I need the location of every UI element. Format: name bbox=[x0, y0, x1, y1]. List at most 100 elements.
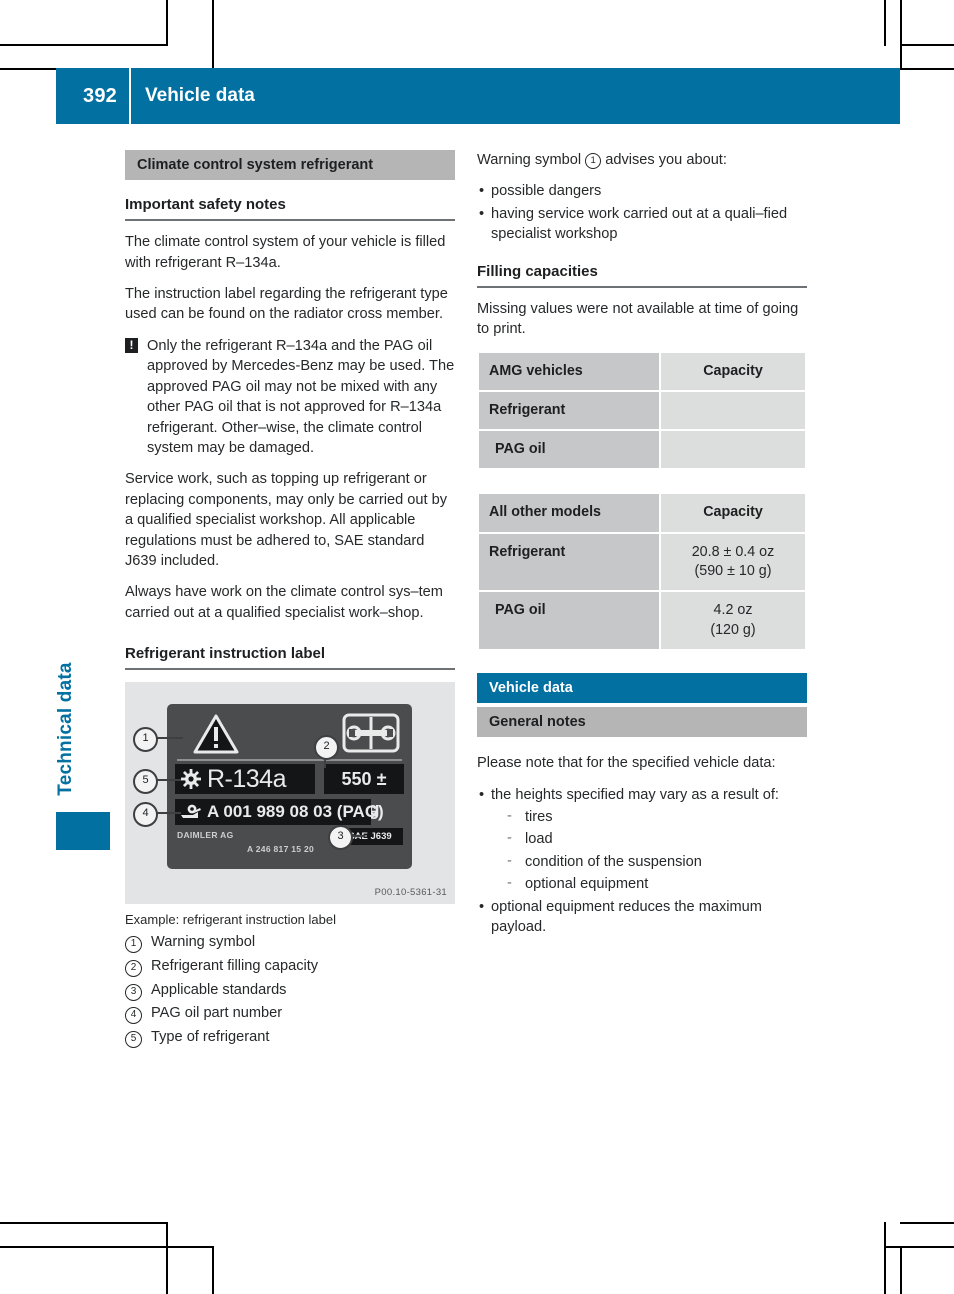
figure-legend-list: 1 Warning symbol 2 Refrigerant filling c… bbox=[125, 931, 455, 1048]
general-notes-bullet-list: the heights specified may vary as a resu… bbox=[477, 785, 807, 938]
oil-can-icon bbox=[181, 804, 201, 819]
value-line-2: (590 ± 10 g) bbox=[694, 563, 772, 580]
legend-number-3: 3 bbox=[125, 979, 151, 1002]
table-cell-other-refrigerant-key: Refrigerant bbox=[479, 533, 659, 591]
table-row: PAG oil 4.2 oz (120 g) bbox=[479, 592, 805, 649]
figure-refrigerant-label: R-134a 550 ± 10g A 001 989 08 03 (PAG) D… bbox=[125, 682, 455, 905]
list-item: condition of the suspension bbox=[505, 851, 807, 872]
paragraph-missing-values: Missing values were not available at tim… bbox=[477, 300, 799, 338]
page-number: 392 bbox=[83, 84, 117, 107]
crop-mark-tl-v bbox=[166, 0, 168, 46]
exclamation-icon: ! bbox=[125, 337, 138, 353]
table-amg-vehicles: AMG vehicles Capacity Refrigerant PAG oi… bbox=[477, 351, 807, 471]
warning-note: ! Only the refrigerant R–134a and the PA… bbox=[125, 336, 455, 459]
table-cell-amg-refrigerant-key: Refrigerant bbox=[479, 391, 659, 430]
warning-intro-before: Warning symbol bbox=[477, 152, 582, 168]
paragraph-always-workshop: Always have work on the climate control … bbox=[125, 584, 443, 621]
table-cell-other-refrigerant-value: 20.8 ± 0.4 oz (590 ± 10 g) bbox=[661, 533, 805, 591]
figure-code: P00.10-5361-31 bbox=[374, 887, 447, 899]
label-plate: R-134a 550 ± 10g A 001 989 08 03 (PAG) D… bbox=[167, 704, 412, 870]
table-row: PAG oil bbox=[479, 431, 805, 469]
right-column: Warning symbol 1 advises you about: poss… bbox=[477, 150, 807, 949]
left-column: Climate control system refrigerant Impor… bbox=[125, 150, 455, 1049]
legend-label-1: Warning symbol bbox=[151, 934, 256, 951]
crop-mark-bl2-h bbox=[0, 1246, 214, 1248]
snowflake-gear-icon bbox=[181, 769, 201, 790]
list-item: 2 Refrigerant filling capacity bbox=[125, 955, 455, 978]
plate-manufacturer: DAIMLER AG bbox=[177, 830, 234, 841]
list-item: optional equipment bbox=[505, 873, 807, 894]
legend-label-3: Applicable standards bbox=[151, 981, 287, 998]
subheading-safety-notes: Important safety notes bbox=[125, 196, 455, 222]
list-item: 1 Warning symbol bbox=[125, 931, 455, 954]
table-header-other-value: Capacity bbox=[661, 494, 805, 532]
section-heading-vehicle-data: Vehicle data bbox=[477, 672, 807, 704]
service-manual-wrench-icon bbox=[342, 713, 400, 753]
subheading-filling-capacities: Filling capacities bbox=[477, 263, 807, 288]
table-cell-amg-pagoil-key: PAG oil bbox=[479, 431, 659, 469]
legend-number-5: 5 bbox=[125, 1026, 151, 1049]
section-heading-general-notes: General notes bbox=[477, 707, 807, 738]
warning-bullet-list: possible dangers having service work car… bbox=[477, 181, 807, 244]
paragraph-general-intro: Please note that for the specified vehic… bbox=[477, 755, 776, 772]
crop-mark-tl2-v bbox=[212, 0, 214, 70]
crop-mark-bl-h bbox=[0, 1222, 168, 1224]
plate-pag-part-number: A 001 989 08 03 (PAG) bbox=[207, 802, 384, 822]
inline-callout-1: 1 bbox=[585, 153, 602, 169]
page-header: 392 Vehicle data bbox=[56, 68, 900, 124]
legend-label-4: PAG oil part number bbox=[151, 1005, 283, 1022]
plate-label-part-number: A 246 817 15 20 bbox=[247, 844, 315, 855]
list-item: optional equipment reduces the maximum p… bbox=[477, 897, 807, 938]
crop-mark-tr2-v bbox=[900, 0, 902, 70]
crop-mark-br-h bbox=[900, 1222, 954, 1224]
legend-number-4: 4 bbox=[125, 1002, 151, 1025]
crop-mark-br-v bbox=[884, 1222, 886, 1294]
warning-triangle-icon bbox=[193, 714, 239, 754]
table-row: AMG vehicles Capacity bbox=[479, 352, 805, 390]
bullet-heights-text: the heights specified may vary as a resu… bbox=[491, 786, 779, 803]
value-line-1: 20.8 ± 0.4 oz bbox=[691, 543, 775, 560]
plate-divider bbox=[177, 759, 402, 762]
table-row: Refrigerant 20.8 ± 0.4 oz (590 ± 10 g) bbox=[479, 533, 805, 591]
list-item: possible dangers bbox=[477, 181, 807, 202]
legend-label-5: Type of refrigerant bbox=[151, 1028, 270, 1045]
chapter-thumb-label: Technical data bbox=[55, 662, 76, 796]
figure-callout-5: 5 bbox=[133, 769, 158, 795]
list-item: having service work carried out at a qua… bbox=[477, 204, 807, 245]
list-item: tires bbox=[505, 806, 807, 827]
crop-mark-bl2-v bbox=[212, 1246, 214, 1294]
table-header-other-key: All other models bbox=[479, 494, 659, 532]
legend-number-2: 2 bbox=[125, 955, 151, 978]
value-line-1: 4.2 oz bbox=[713, 602, 753, 619]
page-title: Vehicle data bbox=[145, 85, 255, 106]
table-cell-amg-refrigerant-value bbox=[661, 391, 805, 430]
section-heading-climate: Climate control system refrigerant bbox=[125, 150, 455, 181]
subheading-instruction-label: Refrigerant instruction label bbox=[125, 645, 455, 671]
list-item: 4 PAG oil part number bbox=[125, 1002, 455, 1025]
list-item: 3 Applicable standards bbox=[125, 979, 455, 1002]
crop-mark-bl-v bbox=[166, 1222, 168, 1294]
height-factors-list: tires load condition of the suspension o… bbox=[491, 806, 807, 895]
chapter-thumb-tab bbox=[56, 812, 110, 850]
plate-refrigerant-type: R-134a bbox=[207, 765, 287, 794]
table-cell-amg-pagoil-value bbox=[661, 431, 805, 469]
figure-callout-1: 1 bbox=[133, 727, 158, 753]
table-all-other-models: All other models Capacity Refrigerant 20… bbox=[477, 492, 807, 650]
paragraph-warning-symbol-intro: Warning symbol 1 advises you about: bbox=[477, 150, 807, 170]
crop-mark-tr-v bbox=[884, 0, 886, 46]
list-item: load bbox=[505, 828, 807, 849]
legend-number-1: 1 bbox=[125, 931, 151, 954]
list-item: the heights specified may vary as a resu… bbox=[477, 785, 807, 895]
paragraph-service-work: Service work, such as topping up refrige… bbox=[125, 471, 448, 570]
crop-mark-tr-h bbox=[900, 44, 954, 46]
table-header-amg-value: Capacity bbox=[661, 352, 805, 390]
table-cell-other-pagoil-value: 4.2 oz (120 g) bbox=[661, 592, 805, 649]
warning-intro-after: advises you about: bbox=[605, 152, 727, 168]
crop-mark-br2-h bbox=[884, 1246, 954, 1248]
value-line-2: (120 g) bbox=[710, 621, 756, 638]
figure-callout-4: 4 bbox=[133, 802, 158, 828]
table-row: All other models Capacity bbox=[479, 494, 805, 532]
legend-label-2: Refrigerant filling capacity bbox=[151, 957, 319, 974]
crop-mark-tl-h bbox=[0, 44, 168, 46]
paragraph-refrigerant-type: The climate control system of your vehic… bbox=[125, 234, 446, 271]
